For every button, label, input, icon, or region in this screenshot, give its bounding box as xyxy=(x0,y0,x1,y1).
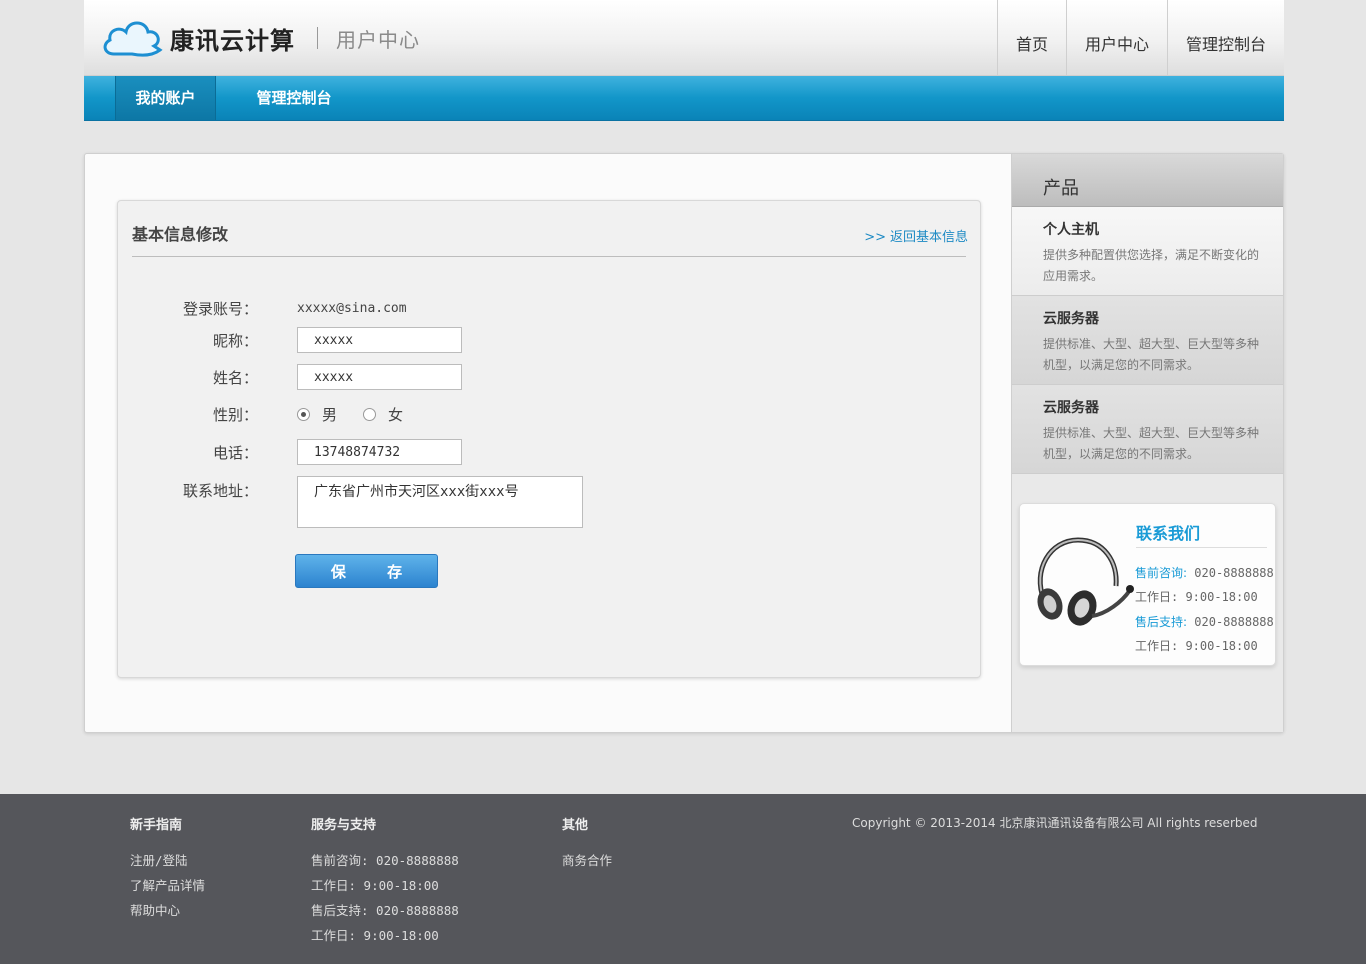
footer-col-other: 其他 商务合作 xyxy=(562,814,612,868)
footer-link[interactable]: 了解产品详情 xyxy=(130,878,205,893)
save-button[interactable]: 保 存 xyxy=(295,554,438,588)
top-nav: 首页 用户中心 管理控制台 xyxy=(996,0,1284,76)
support-label: 售后支持: xyxy=(1135,615,1188,629)
footer-text: 工作日: 9:00-18:00 xyxy=(311,878,439,893)
form-title: 基本信息修改 xyxy=(132,225,229,244)
phone-row: 电话： xyxy=(118,439,462,465)
login-label: 登录账号： xyxy=(182,300,258,318)
brand-name: 康讯云计算 xyxy=(170,26,295,55)
product-title: 个人主机 xyxy=(1043,222,1099,238)
hours-row: 工作日: 9:00-18:00 xyxy=(1135,590,1258,604)
phone-label: 电话： xyxy=(212,443,258,462)
nickname-row: 昵称： xyxy=(118,327,462,353)
name-label: 姓名： xyxy=(212,368,258,387)
headset-icon xyxy=(1037,537,1134,626)
address-label: 联系地址： xyxy=(182,482,258,500)
sidebar-title: 产品 xyxy=(1012,154,1283,207)
footer-link[interactable]: 注册/登陆 xyxy=(130,853,205,868)
address-row: 联系地址： 广东省广州市天河区xxx街xxx号 xyxy=(118,476,583,528)
copyright: Copyright © 2013-2014 北京康讯通讯设备有限公司 All r… xyxy=(852,816,1258,830)
product-sidebar: 产品 个人主机 提供多种配置供您选择，满足不断变化的应用需求。 云服务器 提供标… xyxy=(1011,154,1283,732)
footer-heading: 新手指南 xyxy=(130,818,183,833)
edit-info-form: 基本信息修改 >> 返回基本信息 登录账号： xxxxx@sina.com 昵称：… xyxy=(117,200,981,678)
footer-text: 售后支持: 020-8888888 xyxy=(311,903,459,918)
name-row: 姓名： xyxy=(118,364,462,390)
gender-female-label: 女 xyxy=(388,406,404,424)
presale-label: 售前咨询: xyxy=(1135,566,1188,580)
product-title: 云服务器 xyxy=(1043,400,1099,416)
login-value: xxxxx@sina.com xyxy=(297,301,407,316)
gender-label: 性别： xyxy=(212,406,258,424)
menu-console[interactable]: 管理控制台 xyxy=(239,76,349,120)
menu-bar: 我的账户 管理控制台 xyxy=(84,76,1284,121)
product-item[interactable]: 个人主机 提供多种配置供您选择，满足不断变化的应用需求。 xyxy=(1012,207,1283,296)
name-input[interactable] xyxy=(297,364,462,390)
support-row: 售后支持: 020-8888888 xyxy=(1135,613,1274,630)
radio-checked-icon[interactable] xyxy=(297,408,310,421)
radio-unchecked-icon[interactable] xyxy=(363,408,377,421)
presale-phone: 020-8888888 xyxy=(1194,566,1274,580)
footer-heading: 其他 xyxy=(562,818,589,833)
nav-user-center[interactable]: 用户中心 xyxy=(1065,0,1167,76)
gender-male-label: 男 xyxy=(322,406,338,424)
footer-col-support: 服务与支持 售前咨询: 020-8888888 工作日: 9:00-18:00 … xyxy=(311,814,459,943)
gender-option-female[interactable]: 女 xyxy=(363,404,403,425)
product-title: 云服务器 xyxy=(1043,311,1099,327)
menu-my-account[interactable]: 我的账户 xyxy=(115,76,216,120)
contact-title: 联系我们 xyxy=(1136,524,1201,543)
main-panel: 基本信息修改 >> 返回基本信息 登录账号： xxxxx@sina.com 昵称：… xyxy=(84,153,1284,733)
site-footer: 新手指南 注册/登陆 了解产品详情 帮助中心 服务与支持 售前咨询: 020-8… xyxy=(0,794,1366,964)
nickname-label: 昵称： xyxy=(212,331,258,350)
nav-console[interactable]: 管理控制台 xyxy=(1166,0,1284,76)
footer-text: 工作日: 9:00-18:00 xyxy=(311,928,439,943)
product-item[interactable]: 云服务器 提供标准、大型、超大型、巨大型等多种机型，以满足您的不同需求。 xyxy=(1012,296,1283,385)
product-desc: 提供多种配置供您选择，满足不断变化的应用需求。 xyxy=(1043,248,1260,283)
address-textarea[interactable]: 广东省广州市天河区xxx街xxx号 xyxy=(297,476,583,528)
presale-row: 售前咨询: 020-8888888 xyxy=(1135,564,1274,581)
back-to-info-link[interactable]: >> 返回基本信息 xyxy=(864,226,968,245)
footer-link[interactable]: 帮助中心 xyxy=(130,903,205,918)
hours-row: 工作日: 9:00-18:00 xyxy=(1135,639,1258,653)
logo[interactable]: 康讯云计算 用户中心 xyxy=(102,16,420,60)
footer-heading: 服务与支持 xyxy=(311,818,377,833)
gender-option-male[interactable]: 男 xyxy=(297,404,337,425)
form-divider xyxy=(132,256,966,257)
gender-radio-group: 男 女 xyxy=(297,404,429,425)
site-header: 康讯云计算 用户中心 首页 用户中心 管理控制台 xyxy=(84,0,1284,76)
cloud-logo-icon xyxy=(103,21,163,57)
login-row: 登录账号： xxxxx@sina.com xyxy=(118,298,407,319)
contact-card: 联系我们 售前咨询: 020-8888888 工作日: 9:00-18:00 售… xyxy=(1019,503,1276,666)
back-link-label: 返回基本信息 xyxy=(889,230,968,245)
product-desc: 提供标准、大型、超大型、巨大型等多种机型，以满足您的不同需求。 xyxy=(1043,337,1260,372)
footer-link[interactable]: 商务合作 xyxy=(562,853,612,868)
logo-divider xyxy=(317,27,318,49)
support-phone: 020-8888888 xyxy=(1194,615,1274,629)
nav-home[interactable]: 首页 xyxy=(996,0,1066,76)
double-chevron-right-icon: >> xyxy=(864,230,886,245)
footer-col-guide: 新手指南 注册/登陆 了解产品详情 帮助中心 xyxy=(130,814,205,918)
footer-text: 售前咨询: 020-8888888 xyxy=(311,853,459,868)
nickname-input[interactable] xyxy=(297,327,462,353)
product-item[interactable]: 云服务器 提供标准、大型、超大型、巨大型等多种机型，以满足您的不同需求。 xyxy=(1012,385,1283,474)
contact-divider xyxy=(1136,547,1267,548)
product-desc: 提供标准、大型、超大型、巨大型等多种机型，以满足您的不同需求。 xyxy=(1043,426,1260,461)
gender-row: 性别： 男 女 xyxy=(118,404,429,425)
phone-input[interactable] xyxy=(297,439,462,465)
brand-subtitle: 用户中心 xyxy=(336,27,420,52)
